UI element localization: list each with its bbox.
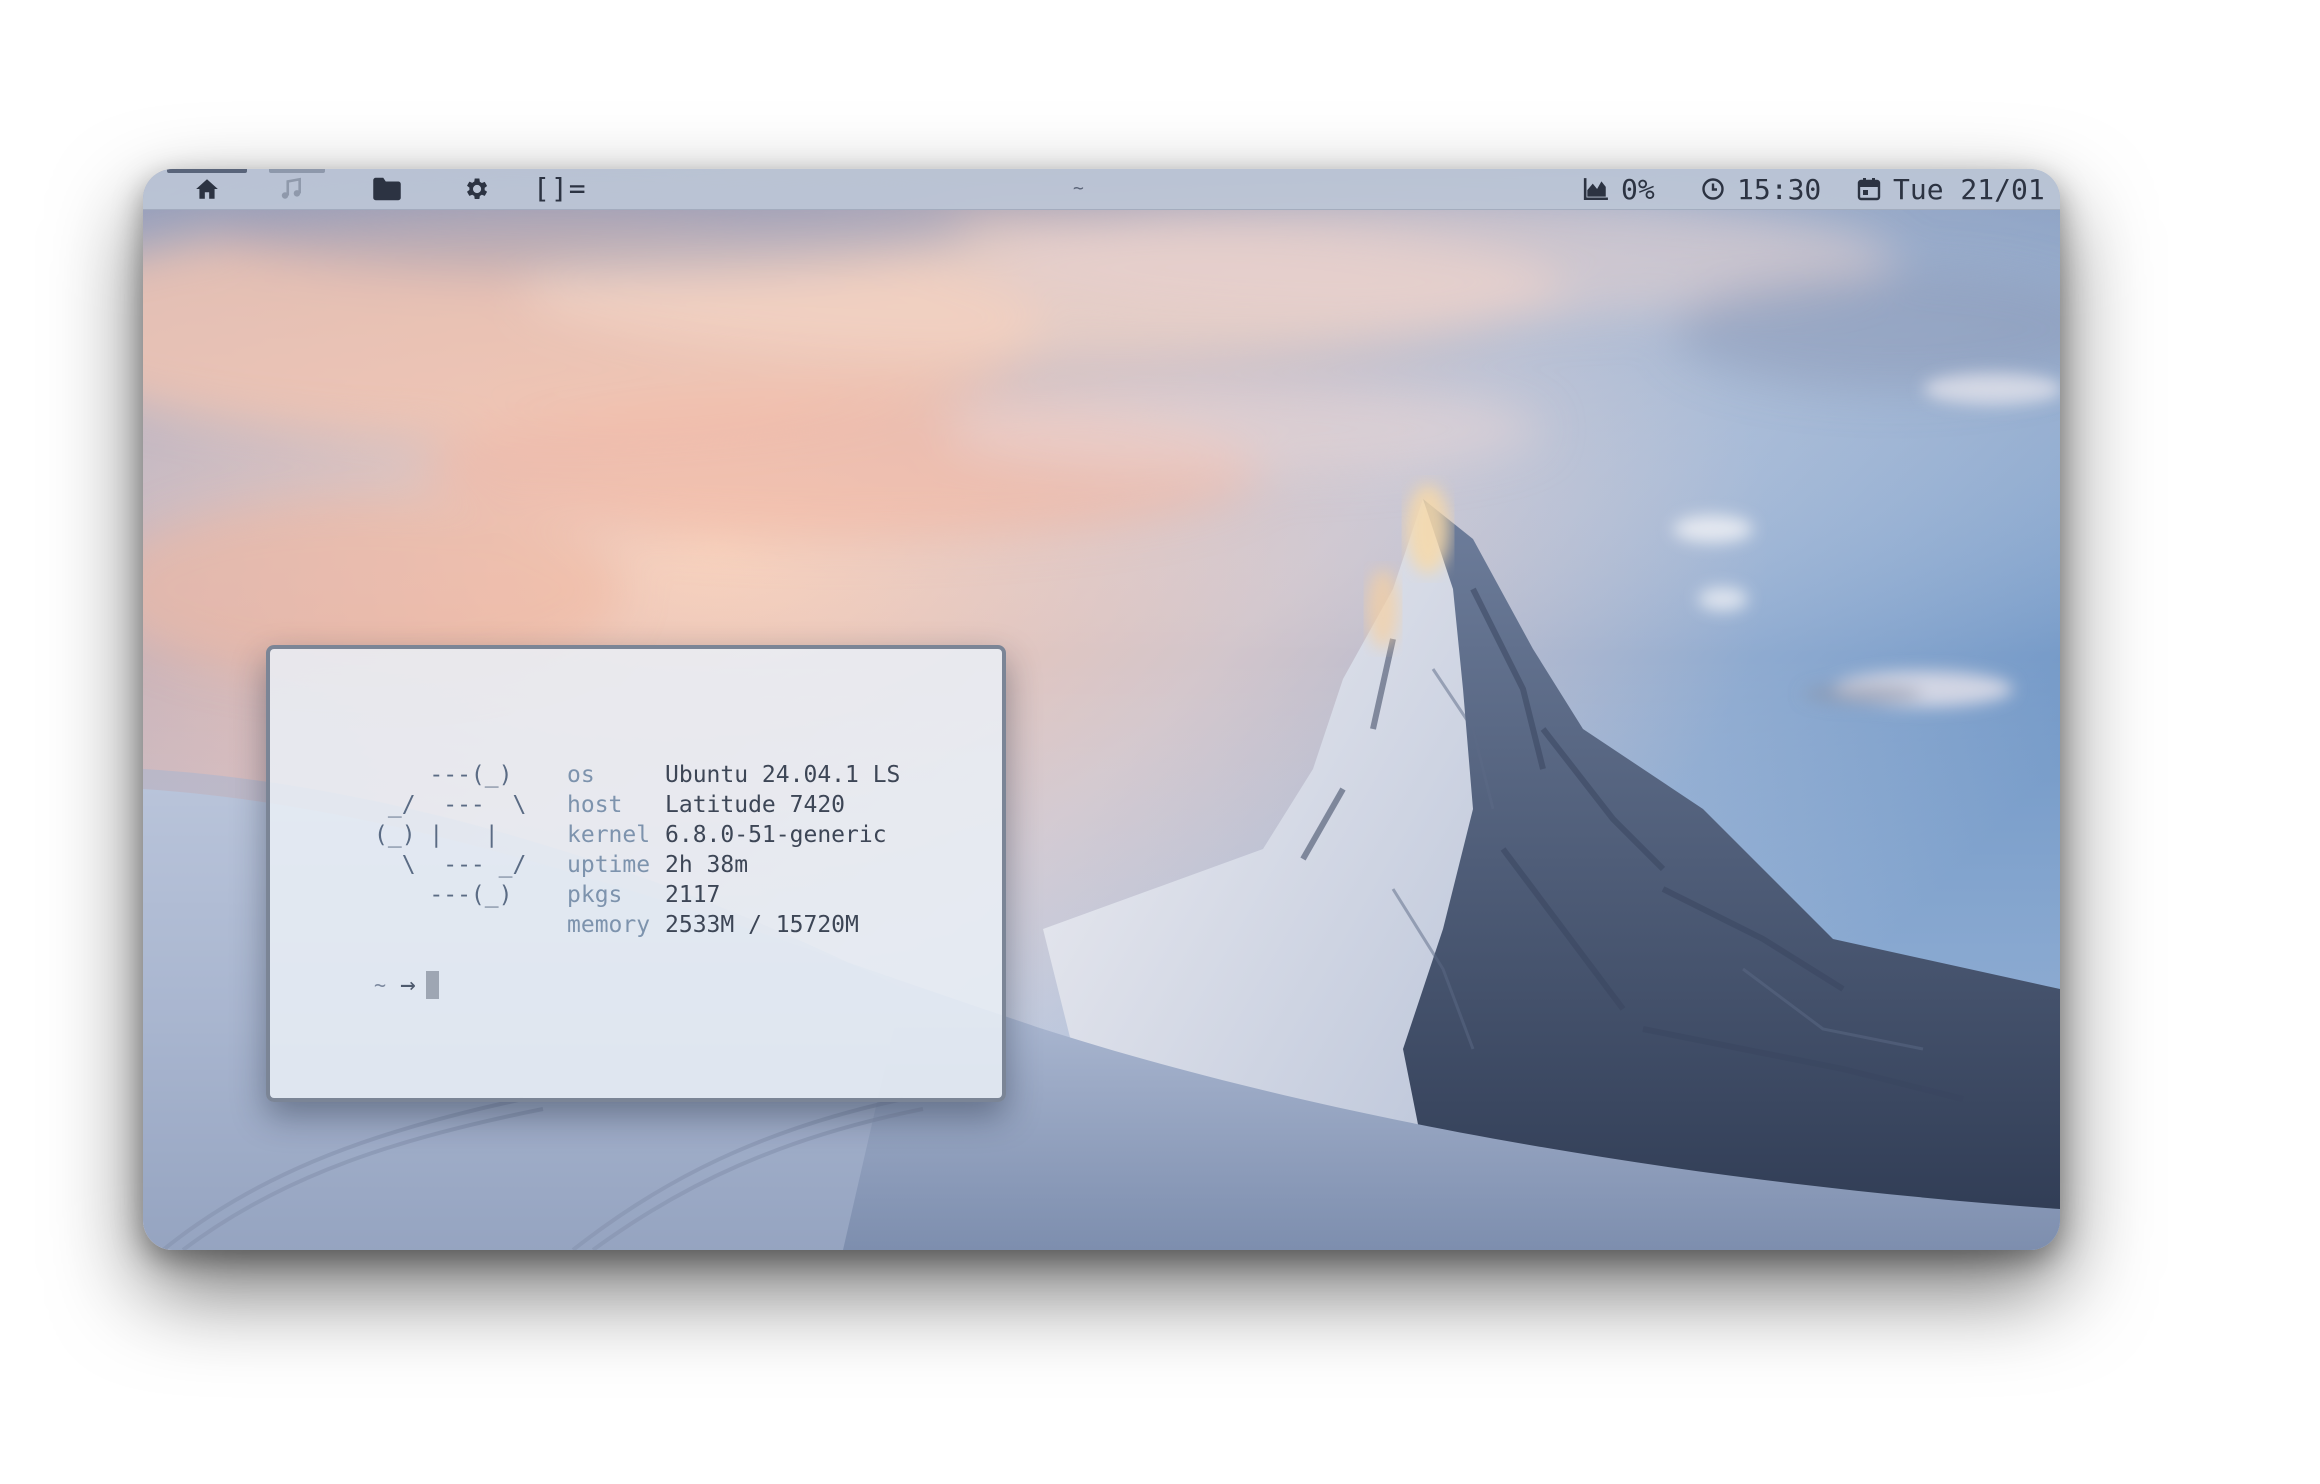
- info-key: uptime: [567, 852, 651, 878]
- workspace-music[interactable]: [249, 169, 333, 209]
- info-row-os: os Ubuntu 24.04.1 LS: [567, 760, 900, 790]
- gear-icon: [467, 178, 488, 200]
- text-cursor: [425, 971, 439, 999]
- distro-ascii-logo: ---(_) _/ --- \ (_) | | \ --- _/ ---(_): [374, 762, 527, 908]
- date-value: Tue 21/01: [1893, 172, 2045, 206]
- workspace-settings[interactable]: [434, 169, 518, 209]
- info-value: Ubuntu 24.04.1 LS: [665, 762, 901, 788]
- system-info: os Ubuntu 24.04.1 LS host Latitude 7420 …: [567, 760, 900, 940]
- info-key: host: [567, 792, 623, 818]
- info-value: 2117: [665, 882, 721, 908]
- info-row-kernel: kernel 6.8.0-51-generic: [567, 820, 900, 850]
- info-key: os: [567, 762, 595, 788]
- home-icon: [196, 179, 218, 199]
- terminal-window[interactable]: ---(_) _/ --- \ (_) | | \ --- _/ ---(_) …: [266, 645, 1006, 1102]
- info-value: Latitude 7420: [665, 792, 846, 818]
- cpu-value: 0%: [1621, 172, 1655, 206]
- info-value: 2h 38m: [665, 852, 749, 878]
- info-value: 6.8.0-51-generic: [665, 822, 887, 848]
- info-key: kernel: [567, 822, 651, 848]
- window-title: ~: [1073, 178, 1084, 199]
- clock: 15:30: [1701, 169, 1821, 209]
- info-row-uptime: uptime 2h 38m: [567, 850, 900, 880]
- clock-icon: [1702, 178, 1724, 200]
- shell-prompt[interactable]: ~ →: [374, 970, 439, 1000]
- info-row-pkgs: pkgs 2117: [567, 880, 900, 910]
- music-note-icon: [281, 177, 301, 199]
- layout-indicator[interactable]: []=: [533, 169, 587, 209]
- cpu-usage: 0%: [1583, 169, 1655, 209]
- info-value: 2533M / 15720M: [665, 912, 859, 938]
- clock-value: 15:30: [1737, 172, 1822, 206]
- workspace-files[interactable]: [345, 169, 429, 209]
- info-row-memory: memory 2533M / 15720M: [567, 910, 900, 940]
- info-key: pkgs: [567, 882, 623, 908]
- prompt-arrow: →: [400, 970, 416, 1000]
- info-row-host: host Latitude 7420: [567, 790, 900, 820]
- date: Tue 21/01: [1857, 169, 2045, 209]
- prompt-directory: ~: [374, 973, 387, 997]
- folder-icon: [373, 177, 401, 201]
- workspace-home[interactable]: [165, 169, 249, 209]
- top-status-bar: []= ~ 0% 15:30 Tue 21/01: [143, 169, 2060, 210]
- desktop-screen: []= ~ 0% 15:30 Tue 21/01 ---(_) _/ --- \…: [143, 169, 2060, 1250]
- calendar-icon: [1857, 178, 1881, 201]
- area-chart-icon: [1583, 178, 1608, 201]
- info-key: memory: [567, 912, 651, 938]
